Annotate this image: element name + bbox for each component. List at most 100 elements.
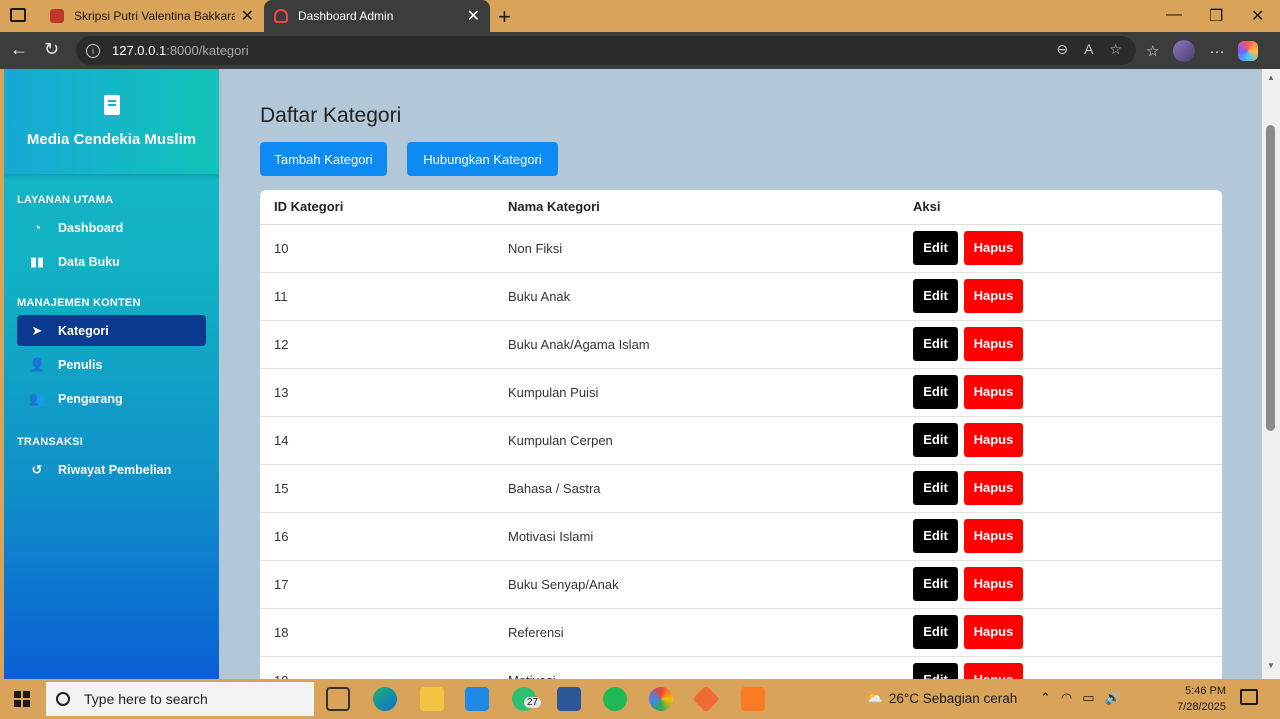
- table-row: 18 Referensi Edit Hapus: [260, 608, 1222, 657]
- sidebar-item-label: Riwayat Pembelian: [58, 462, 172, 477]
- sidebar-item-label: Dashboard: [58, 220, 124, 235]
- browser-tab-bar: Skripsi Putri Valentina Bakkara_21 ✕ Das…: [0, 0, 1280, 32]
- tab-dashboard-admin[interactable]: Dashboard Admin ✕: [264, 0, 490, 32]
- sidebar-item-kategori[interactable]: ➤ Kategori: [17, 315, 206, 346]
- hapus-button[interactable]: Hapus: [964, 567, 1023, 601]
- hapus-button[interactable]: Hapus: [964, 663, 1023, 679]
- cell-nama: Bahasa / Sastra: [494, 464, 899, 513]
- edit-button[interactable]: Edit: [913, 471, 958, 505]
- weather-widget[interactable]: ⛅ 26°C Sebagian cerah: [866, 690, 1017, 706]
- sidebar-item-riwayat-pembelian[interactable]: ↺ Riwayat Pembelian: [17, 454, 206, 485]
- cell-aksi: EditHapus: [899, 416, 1222, 465]
- vscode-icon[interactable]: [465, 687, 489, 711]
- network-icon[interactable]: ◠: [1061, 690, 1072, 706]
- tab-title: Skripsi Putri Valentina Bakkara_21: [74, 9, 235, 23]
- whatsapp-icon[interactable]: 27: [512, 687, 542, 711]
- zoom-icon[interactable]: ⊖: [1056, 41, 1068, 58]
- scrollbar-thumb[interactable]: [1266, 125, 1275, 431]
- tab-actions-icon[interactable]: [10, 8, 26, 22]
- hapus-button[interactable]: Hapus: [964, 327, 1023, 361]
- hapus-button[interactable]: Hapus: [964, 231, 1023, 265]
- sidebar-brand[interactable]: Media Cendekia Muslim: [4, 69, 219, 174]
- copilot-icon[interactable]: [1238, 41, 1259, 61]
- edit-button[interactable]: Edit: [913, 519, 958, 553]
- table-row: 16 Motivasi Islami Edit Hapus: [260, 512, 1222, 561]
- site-info-icon[interactable]: i: [86, 43, 100, 58]
- file-explorer-icon[interactable]: [420, 687, 444, 711]
- cell-aksi: EditHapus: [899, 608, 1222, 657]
- cell-id: 16: [260, 512, 494, 561]
- close-tab-icon[interactable]: ✕: [467, 6, 480, 26]
- xampp-icon[interactable]: [741, 687, 765, 711]
- sidebar-item-data-buku[interactable]: ▮▮ Data Buku: [17, 246, 206, 277]
- sidebar-item-penulis[interactable]: 👤 Penulis: [17, 349, 206, 380]
- header-id: ID Kategori: [260, 190, 494, 225]
- new-tab-icon[interactable]: +: [498, 4, 511, 30]
- favorite-star-icon[interactable]: ☆: [1109, 41, 1122, 58]
- edit-button[interactable]: Edit: [913, 423, 958, 457]
- cell-aksi: EditHapus: [899, 512, 1222, 561]
- table-row: 13 Kumpulan Puisi Edit Hapus: [260, 368, 1222, 417]
- edge-browser-icon[interactable]: [373, 687, 397, 711]
- edit-button[interactable]: Edit: [913, 663, 958, 679]
- cell-nama: Motivasi: [494, 656, 899, 679]
- cell-id: 13: [260, 368, 494, 417]
- hapus-button[interactable]: Hapus: [964, 519, 1023, 553]
- edit-button[interactable]: Edit: [913, 375, 958, 409]
- header-aksi: Aksi: [899, 190, 1222, 225]
- taskbar-clock[interactable]: 5:46 PM 7/28/2025: [1170, 683, 1226, 715]
- cell-id: 12: [260, 320, 494, 369]
- chevron-up-icon[interactable]: ⌃: [1040, 690, 1051, 706]
- hapus-button[interactable]: Hapus: [964, 615, 1023, 649]
- cell-nama: Kumpulan Cerpen: [494, 416, 899, 465]
- section-title-transaksi: TRANSAKSI: [17, 436, 83, 448]
- tambah-kategori-button[interactable]: Tambah Kategori: [260, 142, 387, 176]
- windows-start-icon[interactable]: [14, 691, 30, 707]
- back-icon[interactable]: ←: [10, 39, 28, 60]
- page-scrollbar[interactable]: ▲ ▼: [1262, 69, 1280, 679]
- sidebar-item-dashboard[interactable]: ◔ Dashboard: [17, 212, 206, 243]
- cell-id: 14: [260, 416, 494, 465]
- sidebar-item-pengarang[interactable]: 👥 Pengarang: [17, 383, 206, 414]
- battery-icon[interactable]: ▭: [1082, 690, 1094, 706]
- maximize-icon[interactable]: ❐: [1209, 6, 1223, 26]
- task-view-icon[interactable]: [326, 687, 350, 711]
- more-menu-icon[interactable]: ···: [1209, 43, 1224, 60]
- url-field[interactable]: i 127.0.0.1:8000/kategori ⊖ A ☆: [76, 36, 1136, 65]
- hapus-button[interactable]: Hapus: [964, 279, 1023, 313]
- table-row: 17 Buku Senyap/Anak Edit Hapus: [260, 560, 1222, 609]
- word-icon[interactable]: [557, 687, 581, 711]
- close-window-icon[interactable]: ✕: [1251, 6, 1264, 26]
- system-tray: ⌃ ◠ ▭ 🔊: [1040, 690, 1121, 706]
- minimize-icon[interactable]: —: [1166, 6, 1182, 24]
- spotify-icon[interactable]: [603, 687, 627, 711]
- volume-icon[interactable]: 🔊: [1105, 690, 1121, 706]
- hapus-button[interactable]: Hapus: [964, 471, 1023, 505]
- sidebar-item-label: Penulis: [58, 357, 103, 372]
- table-row: 19Motivasi Edit Hapus: [260, 656, 1222, 679]
- profile-avatar[interactable]: [1173, 40, 1196, 62]
- chrome-icon[interactable]: [649, 687, 673, 711]
- edit-button[interactable]: Edit: [913, 279, 958, 313]
- favorites-icon[interactable]: ☆: [1146, 42, 1159, 60]
- edit-button[interactable]: Edit: [913, 615, 958, 649]
- edit-button[interactable]: Edit: [913, 327, 958, 361]
- close-tab-icon[interactable]: ✕: [241, 6, 254, 26]
- edit-button[interactable]: Edit: [913, 231, 958, 265]
- clock-date: 7/28/2025: [1177, 701, 1226, 713]
- hubungkan-kategori-button[interactable]: Hubungkan Kategori: [407, 142, 558, 176]
- refresh-icon[interactable]: ↻: [44, 39, 59, 60]
- section-title-layanan: LAYANAN UTAMA: [17, 194, 114, 206]
- scroll-up-icon[interactable]: ▲: [1267, 73, 1275, 82]
- taskbar-search[interactable]: Type here to search: [46, 682, 314, 716]
- hapus-button[interactable]: Hapus: [964, 423, 1023, 457]
- scroll-down-icon[interactable]: ▼: [1267, 661, 1275, 670]
- header-nama: Nama Kategori: [494, 190, 899, 225]
- table-row: 10 Non Fiksi Edit Hapus: [260, 224, 1222, 273]
- tab-skripsi[interactable]: Skripsi Putri Valentina Bakkara_21 ✕: [40, 0, 264, 32]
- hapus-button[interactable]: Hapus: [964, 375, 1023, 409]
- read-aloud-icon[interactable]: A: [1084, 41, 1093, 58]
- notifications-icon[interactable]: [1240, 689, 1258, 705]
- git-icon[interactable]: [692, 685, 720, 713]
- edit-button[interactable]: Edit: [913, 567, 958, 601]
